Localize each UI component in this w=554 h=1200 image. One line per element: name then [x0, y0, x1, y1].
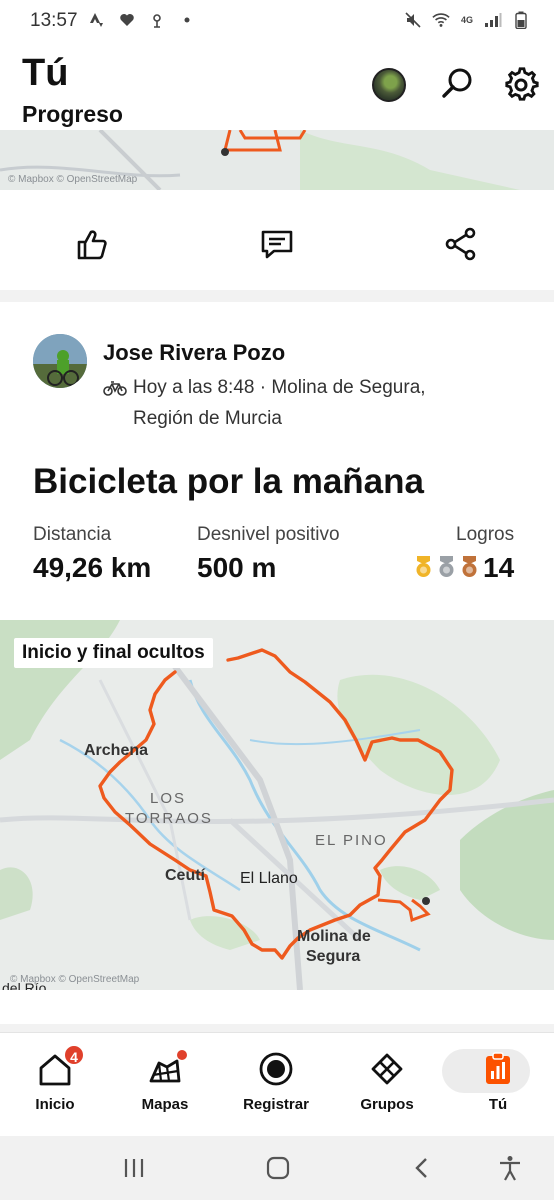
share-icon[interactable]	[443, 226, 479, 262]
elevation-value: 500 m	[197, 552, 277, 583]
map-label-archena: Archena	[84, 742, 149, 759]
athlete-avatar[interactable]	[33, 334, 87, 388]
wifi-icon	[432, 11, 450, 29]
achievements-label: Logros	[456, 524, 515, 545]
map-attribution: © Mapbox © OpenStreetMap	[8, 174, 138, 185]
status-time: 13:57	[30, 10, 78, 31]
heart-icon	[118, 11, 136, 29]
silver-medal-icon	[439, 556, 454, 578]
nav-registrar[interactable]: Registrar	[221, 1033, 331, 1137]
hidden-start-end-badge: Inicio y final ocultos	[14, 638, 213, 668]
previous-activity-map[interactable]: © Mapbox © OpenStreetMap	[0, 130, 554, 190]
new-indicator-dot	[177, 1050, 187, 1060]
back-icon[interactable]	[408, 1154, 436, 1182]
map-label-ceuti: Ceutí	[165, 867, 205, 884]
map-attribution-bottom: © Mapbox © OpenStreetMap	[10, 974, 140, 985]
nav-tu[interactable]: Tú	[442, 1033, 553, 1137]
search-icon[interactable]	[440, 66, 476, 102]
nav-label: Tú	[488, 1096, 508, 1113]
map-label-segura: Segura	[306, 948, 361, 965]
network-type-label: 4G	[460, 14, 473, 25]
bottom-navigation: 4 Inicio Mapas Registrar Grupos Tú	[0, 1032, 554, 1136]
gear-icon[interactable]	[503, 66, 539, 102]
athlete-name[interactable]: Jose Rivera Pozo	[103, 340, 285, 366]
battery-icon	[512, 11, 530, 29]
mute-icon	[404, 11, 422, 29]
bike-icon	[103, 377, 127, 405]
strava-notification-icon	[88, 11, 106, 29]
accessibility-icon[interactable]	[496, 1154, 524, 1182]
route-map-canvas	[0, 620, 554, 990]
activity-actions	[0, 190, 554, 290]
nav-mapas[interactable]: Mapas	[110, 1033, 220, 1137]
map-label-los: LOS	[150, 790, 187, 807]
map-label-el-llano: El Llano	[240, 870, 298, 887]
groups-icon	[369, 1051, 405, 1087]
elevation-label: Desnivel positivo	[197, 524, 340, 545]
activity-title[interactable]: Bicicleta por la mañana	[33, 462, 424, 502]
nav-label: Grupos	[360, 1096, 414, 1113]
gold-medal-icon	[416, 556, 431, 578]
activity-region: Región de Murcia	[133, 408, 282, 429]
status-bar: 13:57 4G	[0, 0, 554, 44]
activity-meta: Hoy a las 8:48 · Molina de Segura, Regió…	[103, 374, 523, 433]
kudos-thumbs-up-icon[interactable]	[74, 226, 110, 262]
podcast-icon	[148, 11, 166, 29]
progress-clipboard-icon	[480, 1051, 516, 1087]
record-icon	[258, 1051, 294, 1087]
signal-icon	[484, 11, 502, 29]
nav-inicio[interactable]: 4 Inicio	[0, 1033, 110, 1137]
notification-count-badge: 4	[63, 1044, 85, 1066]
nav-grupos[interactable]: Grupos	[332, 1033, 442, 1137]
nav-label: Mapas	[141, 1096, 189, 1113]
comment-icon[interactable]	[259, 226, 295, 262]
map-label-torraos: TORRAOS	[125, 810, 213, 827]
nav-label: Registrar	[243, 1096, 309, 1113]
system-navigation-bar	[0, 1136, 554, 1200]
distance-label: Distancia	[33, 524, 112, 545]
distance-value: 49,26 km	[33, 552, 152, 583]
profile-avatar[interactable]	[372, 68, 406, 102]
page-subtitle: Progreso	[22, 101, 123, 127]
map-label-el-pino: EL PINO	[315, 832, 388, 849]
page-header: Tú Progreso	[0, 44, 554, 130]
activity-time-location: Hoy a las 8:48 · Molina de Segura,	[133, 377, 426, 398]
achievements-value: 14	[483, 552, 515, 583]
activity-route-map[interactable]: Inicio y final ocultos Archena LOS TORRA…	[0, 620, 554, 990]
map-label-molina: Molina de	[297, 928, 371, 945]
recents-icon[interactable]	[120, 1154, 148, 1182]
dot-icon	[178, 11, 196, 29]
bronze-medal-icon	[462, 556, 477, 578]
nav-label: Inicio	[35, 1096, 75, 1113]
page-title: Tú	[22, 52, 69, 94]
home-button-icon[interactable]	[264, 1154, 292, 1182]
